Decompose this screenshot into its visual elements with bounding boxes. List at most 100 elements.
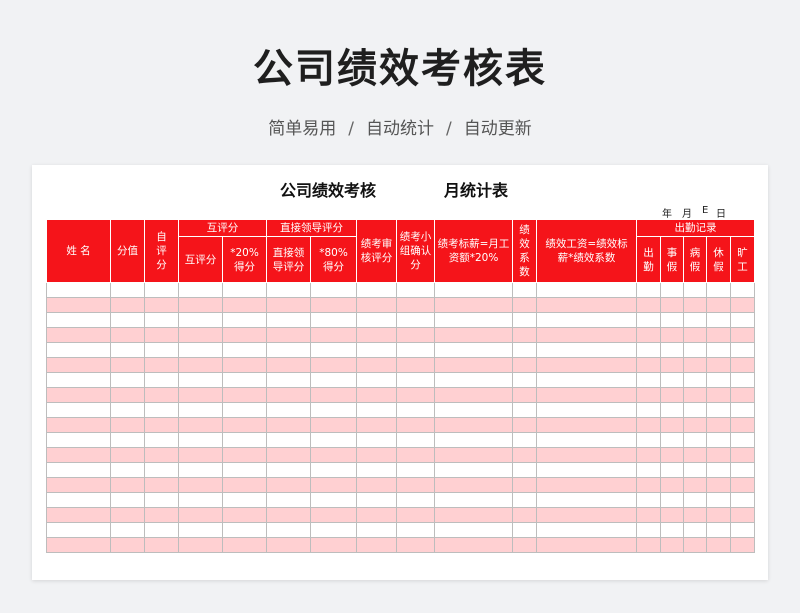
table-cell[interactable] <box>266 507 311 523</box>
table-cell[interactable] <box>683 342 707 358</box>
table-cell[interactable] <box>396 447 435 463</box>
table-cell[interactable] <box>434 282 513 298</box>
table-cell[interactable] <box>636 342 661 358</box>
table-cell[interactable] <box>178 432 223 448</box>
table-cell[interactable] <box>266 492 311 508</box>
table-cell[interactable] <box>356 537 397 553</box>
table-cell[interactable] <box>310 477 357 493</box>
table-cell[interactable] <box>636 417 661 433</box>
table-cell[interactable] <box>434 462 513 478</box>
table-cell[interactable] <box>660 417 684 433</box>
table-cell[interactable] <box>222 357 267 373</box>
table-cell[interactable] <box>144 312 179 328</box>
table-cell[interactable] <box>46 507 111 523</box>
table-cell[interactable] <box>536 417 637 433</box>
table-cell[interactable] <box>110 492 145 508</box>
table-cell[interactable] <box>396 477 435 493</box>
table-cell[interactable] <box>396 387 435 403</box>
table-cell[interactable] <box>636 492 661 508</box>
table-cell[interactable] <box>222 537 267 553</box>
table-cell[interactable] <box>729 417 756 433</box>
table-cell[interactable] <box>396 297 435 313</box>
table-cell[interactable] <box>536 342 637 358</box>
table-cell[interactable] <box>356 417 397 433</box>
table-cell[interactable] <box>110 432 145 448</box>
table-cell[interactable] <box>729 342 756 358</box>
table-cell[interactable] <box>310 432 357 448</box>
table-cell[interactable] <box>729 492 756 508</box>
table-cell[interactable] <box>178 507 223 523</box>
table-cell[interactable] <box>434 507 513 523</box>
table-cell[interactable] <box>729 387 756 403</box>
table-cell[interactable] <box>222 297 267 313</box>
table-cell[interactable] <box>144 537 179 553</box>
table-cell[interactable] <box>396 327 435 343</box>
table-cell[interactable] <box>434 312 513 328</box>
table-cell[interactable] <box>222 462 267 478</box>
table-cell[interactable] <box>144 507 179 523</box>
table-cell[interactable] <box>636 447 661 463</box>
table-cell[interactable] <box>110 312 145 328</box>
table-cell[interactable] <box>222 507 267 523</box>
table-cell[interactable] <box>683 522 707 538</box>
table-cell[interactable] <box>178 462 223 478</box>
table-cell[interactable] <box>178 312 223 328</box>
table-cell[interactable] <box>266 342 311 358</box>
table-cell[interactable] <box>144 342 179 358</box>
table-cell[interactable] <box>636 537 661 553</box>
table-cell[interactable] <box>536 537 637 553</box>
table-cell[interactable] <box>144 297 179 313</box>
table-cell[interactable] <box>46 492 111 508</box>
table-cell[interactable] <box>310 402 357 418</box>
table-cell[interactable] <box>706 537 731 553</box>
table-cell[interactable] <box>356 297 397 313</box>
table-cell[interactable] <box>178 537 223 553</box>
table-cell[interactable] <box>144 492 179 508</box>
table-cell[interactable] <box>512 342 537 358</box>
table-cell[interactable] <box>729 372 756 388</box>
table-cell[interactable] <box>683 477 707 493</box>
table-cell[interactable] <box>683 327 707 343</box>
table-cell[interactable] <box>706 387 731 403</box>
table-cell[interactable] <box>636 297 661 313</box>
table-cell[interactable] <box>46 282 111 298</box>
table-cell[interactable] <box>222 402 267 418</box>
table-cell[interactable] <box>266 372 311 388</box>
table-cell[interactable] <box>729 477 756 493</box>
table-cell[interactable] <box>729 402 756 418</box>
table-cell[interactable] <box>46 297 111 313</box>
table-cell[interactable] <box>178 417 223 433</box>
table-cell[interactable] <box>683 537 707 553</box>
table-cell[interactable] <box>310 447 357 463</box>
table-cell[interactable] <box>683 387 707 403</box>
table-cell[interactable] <box>660 312 684 328</box>
table-cell[interactable] <box>46 327 111 343</box>
table-cell[interactable] <box>178 522 223 538</box>
table-cell[interactable] <box>110 537 145 553</box>
table-cell[interactable] <box>512 372 537 388</box>
table-cell[interactable] <box>660 432 684 448</box>
table-cell[interactable] <box>356 522 397 538</box>
table-cell[interactable] <box>536 387 637 403</box>
table-cell[interactable] <box>144 462 179 478</box>
table-cell[interactable] <box>310 312 357 328</box>
table-cell[interactable] <box>144 522 179 538</box>
table-cell[interactable] <box>110 297 145 313</box>
table-cell[interactable] <box>706 417 731 433</box>
table-cell[interactable] <box>683 507 707 523</box>
table-cell[interactable] <box>396 357 435 373</box>
table-cell[interactable] <box>46 522 111 538</box>
table-cell[interactable] <box>144 372 179 388</box>
table-cell[interactable] <box>310 357 357 373</box>
table-cell[interactable] <box>660 447 684 463</box>
table-cell[interactable] <box>434 522 513 538</box>
table-cell[interactable] <box>222 282 267 298</box>
table-cell[interactable] <box>434 402 513 418</box>
table-cell[interactable] <box>396 342 435 358</box>
table-cell[interactable] <box>512 522 537 538</box>
table-cell[interactable] <box>512 462 537 478</box>
table-cell[interactable] <box>536 312 637 328</box>
table-cell[interactable] <box>222 432 267 448</box>
table-cell[interactable] <box>222 492 267 508</box>
table-cell[interactable] <box>222 342 267 358</box>
